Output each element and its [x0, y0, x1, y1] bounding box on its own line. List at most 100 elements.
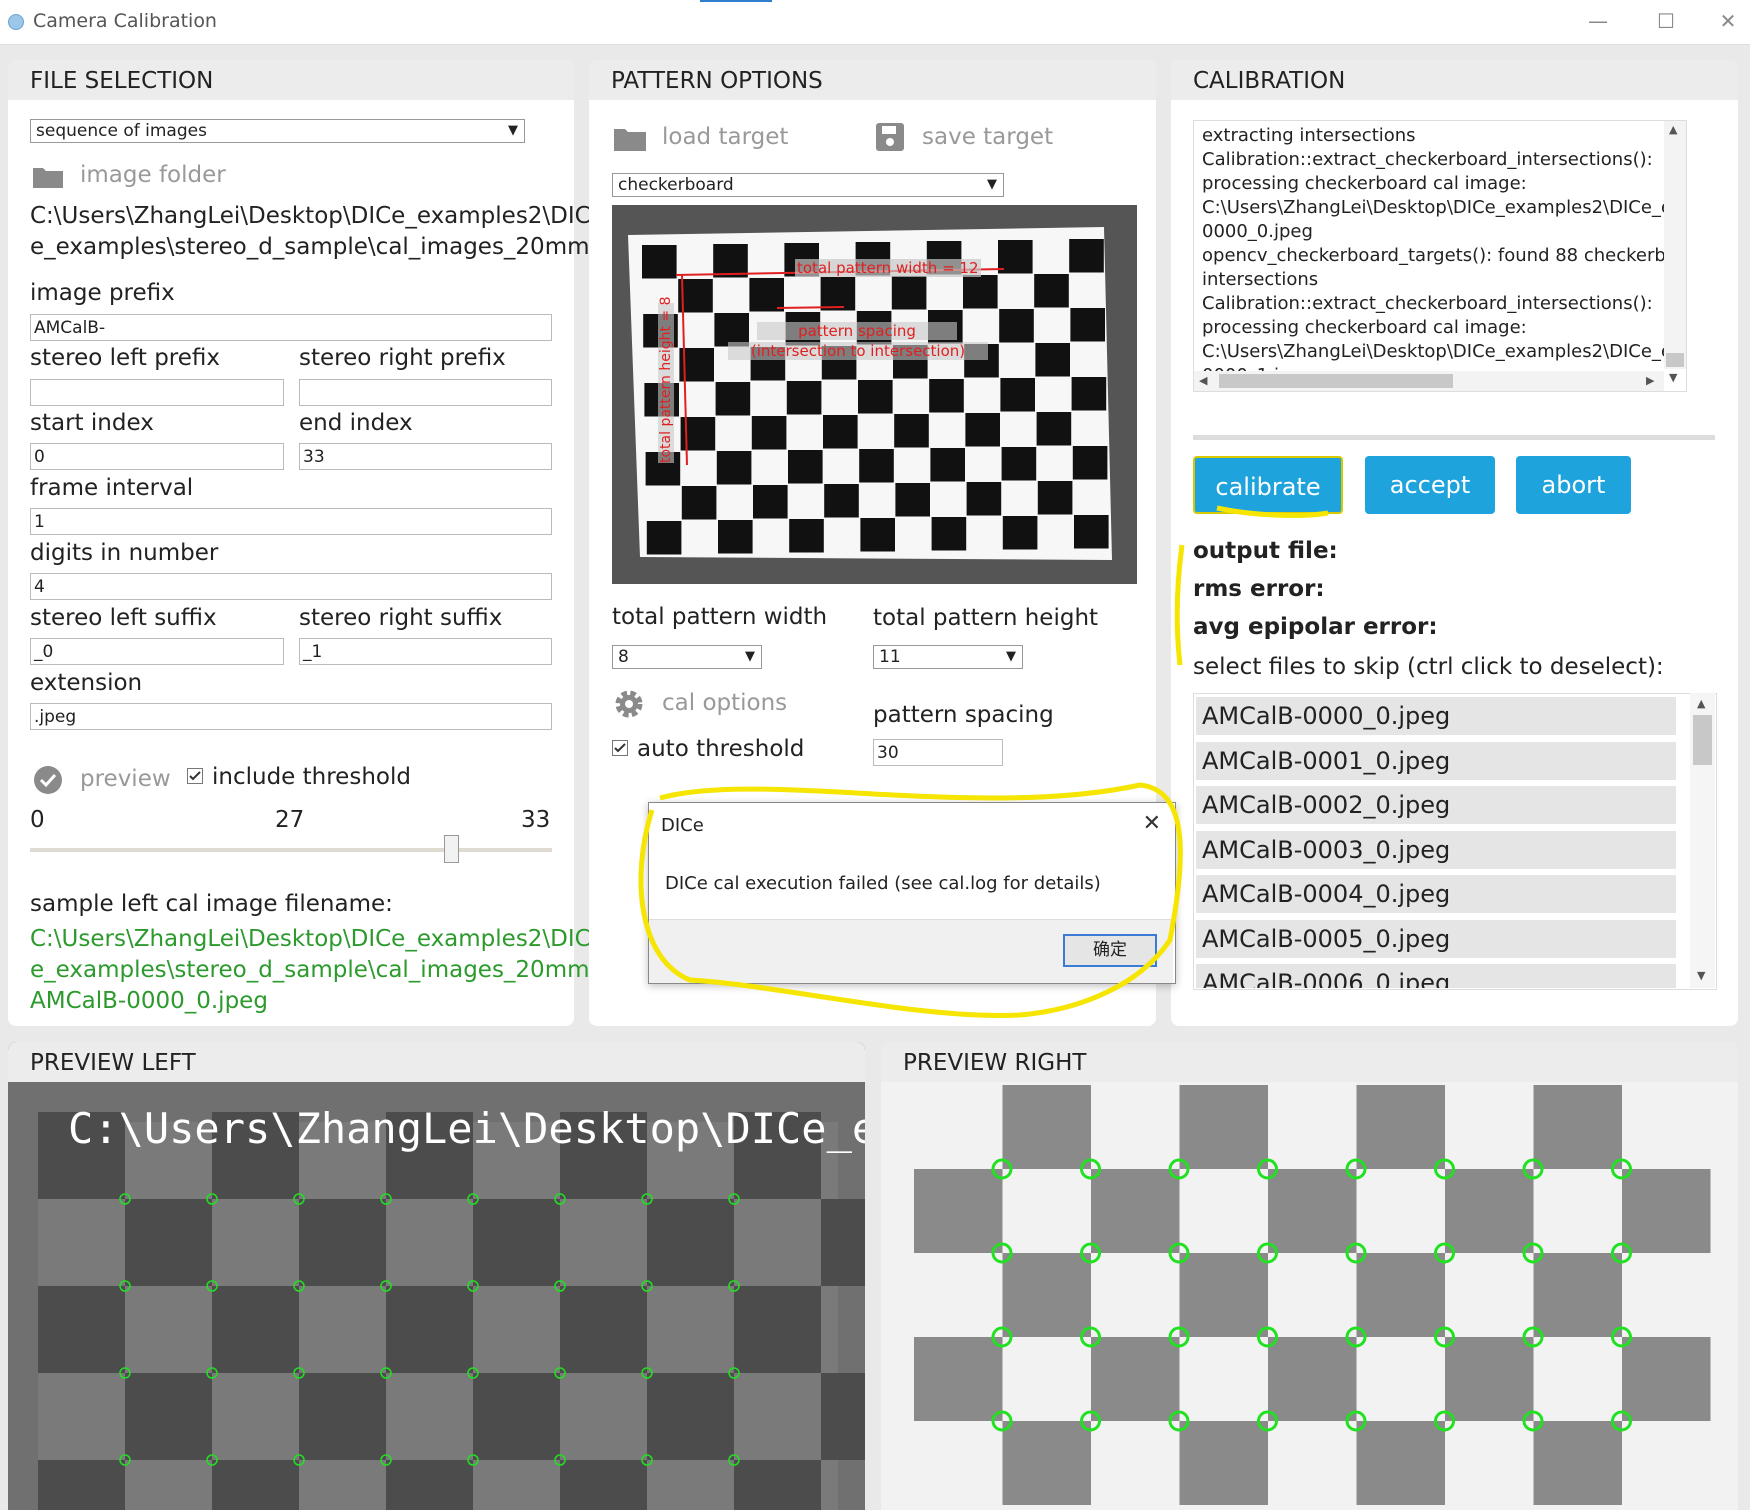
scroll-right-icon[interactable]: ▶: [1646, 374, 1654, 387]
start-index-input[interactable]: 0: [30, 443, 284, 470]
preview-right-image[interactable]: [881, 1082, 1738, 1510]
diagram-height-label: total pattern height = 8: [658, 296, 674, 463]
preview-label[interactable]: preview: [80, 766, 171, 792]
source-select[interactable]: sequence of images ▼: [30, 119, 525, 143]
stereo-left-suffix-input[interactable]: _0: [30, 638, 284, 665]
checker-square: [895, 483, 930, 517]
pattern-width-select[interactable]: 8 ▼: [612, 645, 762, 669]
source-select-value: sequence of images: [36, 121, 207, 141]
frame-interval-input[interactable]: 1: [30, 508, 552, 535]
digits-input[interactable]: 4: [30, 573, 552, 600]
list-scroll-thumb[interactable]: [1693, 715, 1712, 765]
load-folder-icon[interactable]: [614, 125, 646, 151]
stereo-left-prefix-input[interactable]: [30, 379, 284, 406]
calibration-log[interactable]: extracting intersections Calibration::ext…: [1193, 120, 1687, 392]
list-item[interactable]: AMCalB-0001_0.jpeg: [1196, 741, 1676, 780]
end-index-input[interactable]: 33: [299, 443, 552, 470]
right-checker-square: [1622, 1169, 1711, 1253]
list-item[interactable]: AMCalB-0006_0.jpeg: [1196, 964, 1676, 988]
checker-square: [716, 451, 752, 485]
pattern-height-select[interactable]: 11 ▼: [873, 645, 1023, 669]
rms-error-label: rms error:: [1193, 576, 1325, 602]
stereo-right-suffix-input[interactable]: _1: [299, 638, 552, 665]
pattern-spacing-input[interactable]: 30: [873, 739, 1003, 766]
scroll-up-icon[interactable]: ▲: [1669, 123, 1677, 136]
sample-path-line1: C:\Users\ZhangLei\Desktop\DICe_examples2…: [30, 926, 591, 952]
dialog-close-icon[interactable]: ✕: [1143, 811, 1161, 836]
slider-handle[interactable]: [444, 835, 459, 863]
save-icon[interactable]: [876, 123, 904, 151]
folder-icon[interactable]: [33, 164, 63, 188]
pattern-options-header: PATTERN OPTIONS: [589, 60, 1156, 100]
accept-button[interactable]: accept: [1365, 456, 1495, 514]
checker-square: [930, 448, 965, 482]
left-checker-square: [647, 1373, 734, 1460]
log-line: processing checkerboard cal image:: [1202, 317, 1527, 338]
left-checker-square: [647, 1199, 734, 1286]
list-item[interactable]: AMCalB-0003_0.jpeg: [1196, 830, 1676, 869]
scroll-left-icon[interactable]: ◀: [1199, 374, 1207, 387]
checker-square: [1002, 516, 1038, 550]
checker-square: [929, 379, 964, 413]
checker-square: [965, 413, 1000, 447]
pattern-type-select[interactable]: checkerboard ▼: [612, 173, 1004, 197]
list-item[interactable]: AMCalB-0004_0.jpeg: [1196, 875, 1676, 913]
auto-threshold-checkbox[interactable]: [612, 740, 628, 756]
right-checker-square: [1622, 1337, 1711, 1421]
checker-square: [999, 309, 1034, 343]
error-dialog: DICe ✕ DICe cal execution failed (see ca…: [648, 802, 1176, 984]
log-horizontal-scrollbar[interactable]: ◀ ▶: [1194, 371, 1664, 391]
right-checker-square: [1356, 1421, 1445, 1505]
pattern-width-value: 8: [618, 647, 629, 667]
log-vertical-scrollbar[interactable]: ▲ ▼: [1664, 121, 1686, 384]
file-selection-title: FILE SELECTION: [30, 68, 214, 94]
stereo-right-prefix-input[interactable]: [299, 379, 552, 406]
calibrate-button[interactable]: calibrate: [1193, 456, 1343, 514]
extension-input[interactable]: .jpeg: [30, 703, 552, 730]
slider-track[interactable]: [30, 848, 552, 852]
left-checker-square: [386, 1460, 473, 1510]
pattern-type-value: checkerboard: [618, 175, 734, 195]
check-circle-icon[interactable]: [33, 765, 63, 795]
checker-square: [1072, 446, 1108, 480]
list-scroll-down-icon[interactable]: ▼: [1697, 969, 1705, 982]
checker-square: [718, 520, 753, 554]
minimize-button[interactable]: —: [1578, 6, 1618, 36]
right-checker-square: [1002, 1253, 1091, 1337]
right-checker-square: [1268, 1169, 1357, 1253]
slider-max-label: 33: [521, 807, 551, 833]
auto-threshold-label[interactable]: auto threshold: [637, 736, 804, 762]
list-scroll-up-icon[interactable]: ▲: [1697, 697, 1705, 710]
checker-square: [1074, 515, 1109, 549]
scroll-down-icon[interactable]: ▼: [1669, 371, 1677, 384]
log-scroll-thumb[interactable]: [1666, 353, 1684, 367]
image-prefix-input[interactable]: AMCalB-: [30, 314, 552, 341]
left-checker-square: [38, 1460, 125, 1510]
close-window-button[interactable]: ✕: [1708, 6, 1748, 36]
image-folder-label[interactable]: image folder: [80, 162, 226, 188]
left-checker-square: [212, 1286, 299, 1373]
list-item[interactable]: AMCalB-0000_0.jpeg: [1196, 697, 1676, 735]
include-threshold-checkbox[interactable]: [187, 768, 203, 784]
log-line: extracting intersections: [1202, 125, 1416, 146]
list-item[interactable]: AMCalB-0002_0.jpeg: [1196, 786, 1676, 824]
dialog-ok-button[interactable]: 确定: [1063, 934, 1157, 967]
dialog-title: DICe: [661, 815, 704, 836]
log-line: C:\Users\ZhangLei\Desktop\DICe_examples2…: [1202, 341, 1687, 362]
maximize-button[interactable]: ☐: [1646, 6, 1686, 36]
digits-label: digits in number: [30, 540, 219, 566]
file-list-scrollbar[interactable]: ▲ ▼: [1690, 693, 1715, 988]
gear-icon[interactable]: [614, 689, 644, 719]
include-threshold-label[interactable]: include threshold: [212, 764, 411, 790]
load-target-button[interactable]: load target: [662, 124, 788, 150]
log-hscroll-thumb[interactable]: [1219, 374, 1453, 388]
list-item[interactable]: AMCalB-0005_0.jpeg: [1196, 919, 1676, 958]
abort-button[interactable]: abort: [1516, 456, 1631, 514]
right-checker-square: [1356, 1085, 1445, 1169]
slider-value-label: 27: [275, 807, 305, 833]
checker-square: [1071, 377, 1107, 411]
cal-options-button[interactable]: cal options: [662, 690, 787, 716]
save-target-button[interactable]: save target: [922, 124, 1053, 150]
chevron-down-icon: ▼: [745, 649, 755, 664]
preview-right-header: PREVIEW RIGHT: [881, 1042, 1738, 1082]
